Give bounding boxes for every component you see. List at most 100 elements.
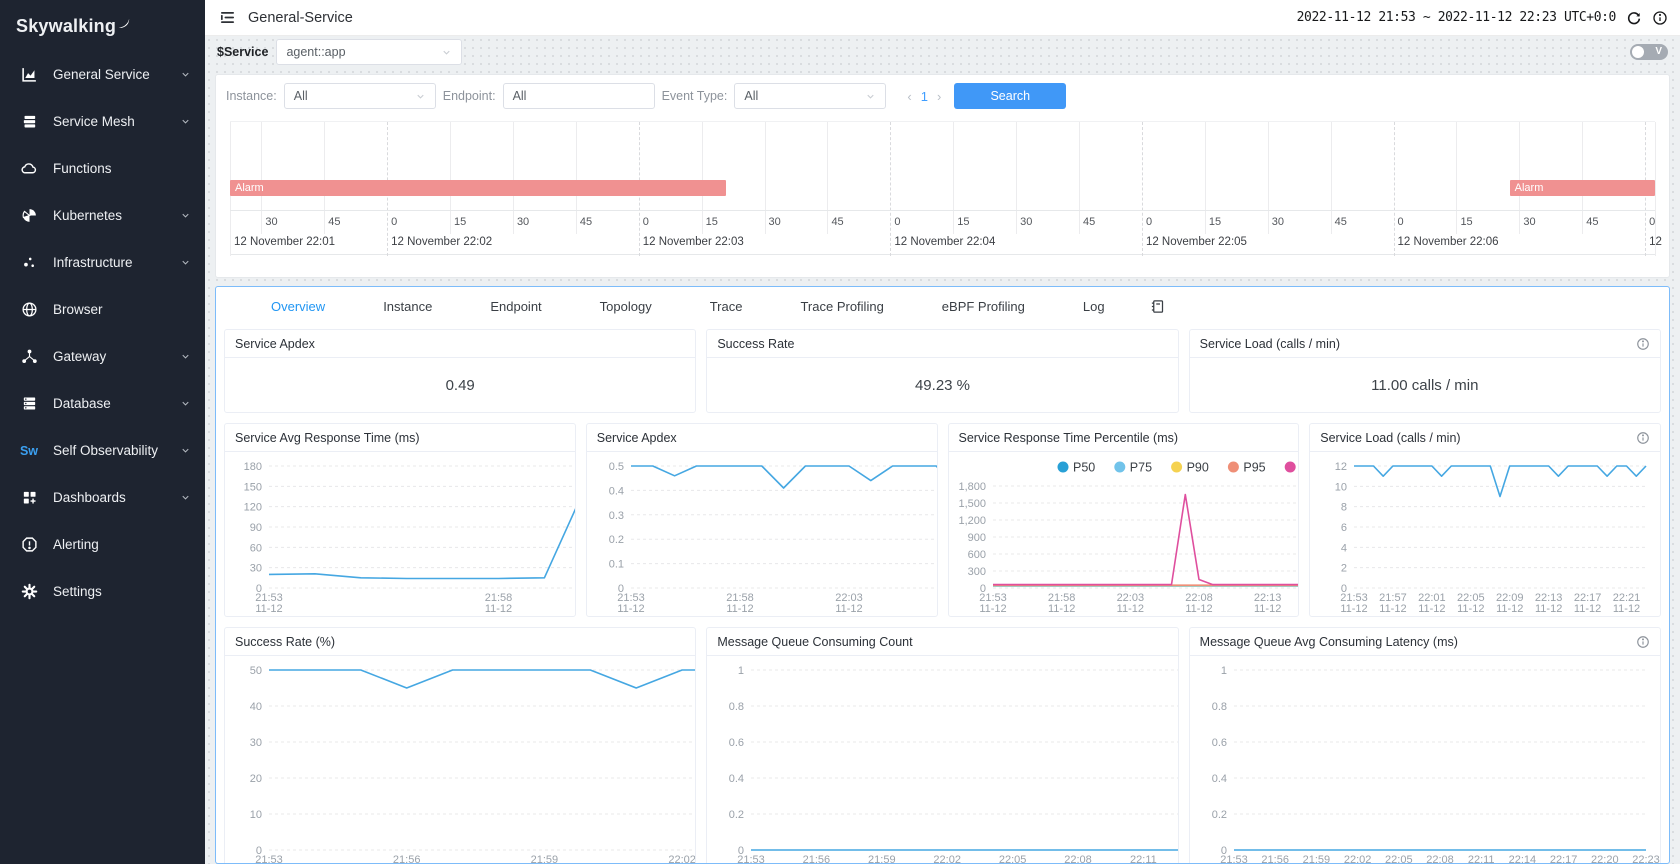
sidebar-item-gateway[interactable]: Gateway bbox=[0, 333, 205, 380]
svg-text:1: 1 bbox=[738, 665, 744, 677]
chart-area[interactable]: 02468101221:5311-1221:5711-1222:0111-122… bbox=[1310, 452, 1660, 616]
svg-text:0.6: 0.6 bbox=[729, 737, 744, 749]
version-toggle[interactable]: V bbox=[1630, 44, 1668, 60]
prev-page-button[interactable]: ‹ bbox=[907, 89, 911, 104]
chart-card-service-apdex: Service Apdex00.10.20.30.40.521:5311-122… bbox=[586, 423, 938, 617]
event-type-select[interactable]: All bbox=[734, 83, 886, 109]
chevron-down-icon bbox=[180, 210, 191, 221]
tab-overview[interactable]: Overview bbox=[242, 299, 354, 314]
chart-area[interactable]: 030609012015018021:5311-1221:5811-1222:0… bbox=[225, 452, 575, 616]
endpoint-input[interactable]: All bbox=[503, 83, 655, 109]
svg-text:P95: P95 bbox=[1243, 461, 1265, 475]
topbar-right: 2022-11-12 21:53 ~ 2022-11-12 22:23 UTC+… bbox=[1297, 10, 1668, 26]
timeline-gridline bbox=[576, 122, 577, 234]
timeline-tick-label: 0 bbox=[1146, 216, 1152, 228]
sidebar-item-label: Browser bbox=[53, 302, 103, 317]
svg-text:22:05: 22:05 bbox=[999, 854, 1027, 863]
chart-title: Success Rate (%) bbox=[235, 635, 335, 649]
server-stack-icon bbox=[18, 113, 40, 130]
tab-ebpf-profiling[interactable]: eBPF Profiling bbox=[913, 299, 1054, 314]
gear-icon bbox=[18, 583, 40, 600]
chart-canvas: 00.10.20.30.40.521:5311-1221:5811-1222:0… bbox=[587, 452, 937, 616]
sidebar-item-alerting[interactable]: Alerting bbox=[0, 521, 205, 568]
chart-area[interactable]: 00.10.20.30.40.521:5311-1221:5811-1222:0… bbox=[587, 452, 937, 616]
next-page-button[interactable]: › bbox=[937, 89, 941, 104]
sidebar-item-infrastructure[interactable]: Infrastructure bbox=[0, 239, 205, 286]
chart-area[interactable]: 0102030405021:5311-1221:5611-1221:5911-1… bbox=[225, 656, 695, 863]
svg-text:11-12: 11-12 bbox=[1341, 603, 1368, 615]
card-title: Service Apdex bbox=[235, 337, 315, 351]
info-icon[interactable] bbox=[1636, 431, 1650, 445]
toggle-label: V bbox=[1655, 46, 1662, 57]
svg-text:21:53: 21:53 bbox=[255, 854, 283, 863]
svg-text:150: 150 bbox=[244, 481, 262, 493]
sw-icon: Sw bbox=[18, 444, 40, 458]
svg-text:2: 2 bbox=[1341, 563, 1347, 575]
tab-trace[interactable]: Trace bbox=[681, 299, 772, 314]
sidebar-item-label: Functions bbox=[53, 161, 112, 176]
alarm-bar[interactable]: Alarm bbox=[230, 180, 726, 196]
sidebar-item-browser[interactable]: Browser bbox=[0, 286, 205, 333]
chart-card-service-response-time-percentile-ms: Service Response Time Percentile (ms)030… bbox=[948, 423, 1300, 617]
service-select[interactable]: agent::app bbox=[276, 39, 462, 65]
stat-value: 49.23 % bbox=[707, 358, 1177, 412]
chart-card-message-queue-consuming-count: Message Queue Consuming Count00.20.40.60… bbox=[706, 627, 1178, 863]
svg-text:11-12: 11-12 bbox=[1613, 603, 1640, 615]
sidebar-item-general-service[interactable]: General Service bbox=[0, 51, 205, 98]
tab-instance[interactable]: Instance bbox=[354, 299, 461, 314]
sidebar-item-kubernetes[interactable]: Kubernetes bbox=[0, 192, 205, 239]
chevron-down-icon bbox=[180, 257, 191, 268]
timeline-tick-label: 0 bbox=[894, 216, 900, 228]
sidebar-item-settings[interactable]: Settings bbox=[0, 568, 205, 615]
timeline-tick-label: 45 bbox=[1335, 216, 1347, 228]
sidebar-item-self-observability[interactable]: SwSelf Observability bbox=[0, 427, 205, 474]
sidebar-item-dashboards[interactable]: Dashboards bbox=[0, 474, 205, 521]
tab-trace-profiling[interactable]: Trace Profiling bbox=[771, 299, 912, 314]
chart-area[interactable]: 03006009001,2001,5001,80021:5311-1221:58… bbox=[949, 452, 1299, 616]
svg-text:11-12: 11-12 bbox=[1254, 603, 1281, 615]
timeline-date-label: 12 November 22:05 bbox=[1146, 236, 1247, 248]
dashboards-icon bbox=[18, 489, 40, 506]
svg-text:21:59: 21:59 bbox=[1302, 854, 1330, 863]
tab-topology[interactable]: Topology bbox=[571, 299, 681, 314]
chevron-down-icon bbox=[441, 47, 452, 58]
sidebar-item-service-mesh[interactable]: Service Mesh bbox=[0, 98, 205, 145]
svg-text:1,800: 1,800 bbox=[958, 481, 986, 493]
instance-select[interactable]: All bbox=[284, 83, 436, 109]
chart-title: Service Avg Response Time (ms) bbox=[235, 431, 420, 445]
svg-text:21:56: 21:56 bbox=[393, 854, 421, 863]
timeline-date-label: 12 November 22:03 bbox=[643, 236, 744, 248]
svg-text:11-12: 11-12 bbox=[255, 603, 282, 615]
timeline-gridline bbox=[450, 122, 451, 234]
chart-area[interactable]: 00.20.40.60.8121:5311-1221:5611-1221:591… bbox=[1190, 656, 1660, 863]
alarm-bar[interactable]: Alarm bbox=[1510, 180, 1655, 196]
menu-fold-icon[interactable] bbox=[219, 9, 236, 26]
tab-log[interactable]: Log bbox=[1054, 299, 1134, 314]
chevron-down-icon bbox=[415, 91, 426, 102]
chevron-down-icon bbox=[180, 492, 191, 503]
info-icon[interactable] bbox=[1652, 10, 1668, 26]
chart-canvas: 030609012015018021:5311-1221:5811-1222:0… bbox=[225, 452, 575, 616]
chevron-down-icon bbox=[180, 445, 191, 456]
info-icon[interactable] bbox=[1636, 635, 1650, 649]
event-timeline[interactable]: 3045015304501530450153045015304501530450… bbox=[230, 121, 1655, 255]
timeline-gridline bbox=[765, 122, 766, 234]
tab-endpoint[interactable]: Endpoint bbox=[461, 299, 570, 314]
app-logo[interactable]: Skywalking bbox=[0, 0, 205, 51]
timeline-gridline bbox=[1142, 122, 1143, 256]
info-icon[interactable] bbox=[1636, 337, 1650, 351]
time-range-picker[interactable]: 2022-11-12 21:53 ~ 2022-11-12 22:23 UTC+… bbox=[1297, 10, 1616, 25]
stat-value: 0.49 bbox=[225, 358, 695, 412]
refresh-icon[interactable] bbox=[1626, 10, 1642, 26]
chart-canvas: 00.20.40.60.8121:5311-1221:5611-1221:591… bbox=[1190, 656, 1660, 863]
search-button[interactable]: Search bbox=[954, 83, 1066, 109]
notebook-icon[interactable] bbox=[1150, 299, 1165, 314]
chevron-down-icon bbox=[865, 91, 876, 102]
sidebar-item-functions[interactable]: Functions bbox=[0, 145, 205, 192]
svg-text:11-12: 11-12 bbox=[726, 603, 753, 615]
svg-text:22:17: 22:17 bbox=[1549, 854, 1577, 863]
chart-area[interactable]: 00.20.40.60.8121:5311-1221:5611-1221:591… bbox=[707, 656, 1177, 863]
svg-text:120: 120 bbox=[244, 502, 262, 514]
sidebar-item-database[interactable]: Database bbox=[0, 380, 205, 427]
svg-text:0.5: 0.5 bbox=[608, 461, 623, 473]
